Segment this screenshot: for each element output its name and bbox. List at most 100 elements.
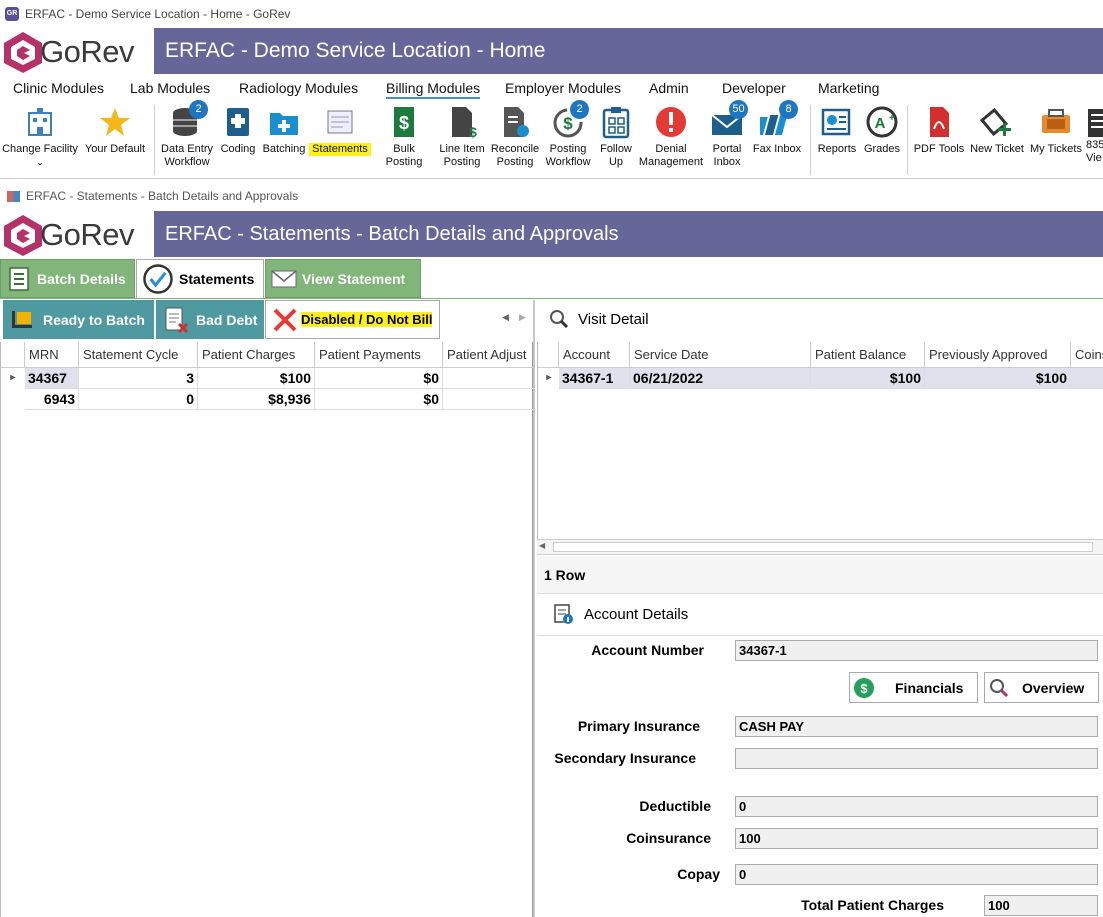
menu-admin[interactable]: Admin: [649, 80, 689, 96]
folder-plus-icon: [267, 105, 301, 139]
total-patient-charges-field[interactable]: 100: [984, 895, 1098, 916]
cell-patient-payments[interactable]: $0: [315, 368, 443, 389]
clipboard-icon: [599, 105, 633, 139]
col-header-account[interactable]: Account: [559, 342, 630, 368]
visit-detail-header: Visit Detail: [548, 308, 649, 330]
scrollbar-thumb[interactable]: [553, 542, 1093, 552]
statements-button[interactable]: Statements: [309, 105, 371, 156]
menu-clinic-modules[interactable]: Clinic Modules: [13, 80, 104, 96]
horizontal-scrollbar[interactable]: ◀: [537, 540, 1103, 555]
col-header-mrn[interactable]: MRN: [25, 342, 79, 368]
col-header-coinsurance[interactable]: Coins: [1071, 342, 1103, 368]
data-entry-workflow-button[interactable]: 2 Data Entry Workflow: [158, 100, 216, 169]
cell-previously-approved[interactable]: $100: [925, 368, 1071, 389]
medical-book-icon: [221, 105, 255, 139]
menu-lab-modules[interactable]: Lab Modules: [130, 80, 210, 96]
grade-badge-icon: A +: [865, 105, 899, 139]
cell-statement-cycle[interactable]: 0: [79, 389, 198, 410]
reconcile-posting-button[interactable]: Reconcile Posting: [490, 105, 540, 169]
deductible-label: Deductible: [639, 798, 711, 814]
col-header-service-date[interactable]: Service Date: [630, 342, 811, 368]
subtab-ready-to-batch[interactable]: Ready to Batch: [3, 300, 154, 339]
cell-statement-cycle[interactable]: 3: [79, 368, 198, 389]
overview-button[interactable]: Overview: [984, 672, 1099, 703]
denial-management-button[interactable]: Denial Management: [638, 105, 704, 169]
coinsurance-field[interactable]: 100: [735, 828, 1098, 849]
document-x-icon: [165, 307, 189, 333]
cell-patient-charges[interactable]: $100: [198, 368, 315, 389]
visit-detail-grid: Account Service Date Patient Balance Pre…: [537, 342, 1103, 540]
cell-patient-payments[interactable]: $0: [315, 389, 443, 410]
grades-button[interactable]: A + Grades: [862, 105, 902, 156]
col-header-patient-adjust[interactable]: Patient Adjust: [443, 342, 534, 368]
menu-radiology-modules[interactable]: Radiology Modules: [239, 80, 358, 96]
menu-employer-modules[interactable]: Employer Modules: [505, 80, 621, 96]
835-viewer-button[interactable]: 835 Vie: [1086, 105, 1103, 165]
subtab-disabled-do-not-bill[interactable]: Disabled / Do Not Bill: [265, 300, 440, 339]
cell-patient-balance[interactable]: $100: [811, 368, 925, 389]
pdf-tools-button[interactable]: PDF Tools: [912, 105, 966, 156]
menu-billing-modules[interactable]: Billing Modules: [386, 80, 481, 99]
pdf-icon: [922, 105, 956, 139]
svg-text:$: $: [563, 114, 573, 133]
menu-marketing[interactable]: Marketing: [818, 80, 879, 96]
tab-underline: [0, 298, 1103, 299]
tab-batch-details[interactable]: Batch Details: [0, 259, 135, 298]
cell-patient-charges[interactable]: $8,936: [198, 389, 315, 410]
new-ticket-button[interactable]: New Ticket: [968, 105, 1026, 156]
portal-inbox-button[interactable]: 50 Portal Inbox: [707, 100, 748, 169]
change-facility-button[interactable]: Change Facility ⌄: [2, 105, 78, 169]
svg-text:A: A: [875, 115, 886, 132]
cell-mrn[interactable]: 34367: [25, 368, 79, 389]
database-icon: 2: [170, 100, 208, 139]
menu-developer[interactable]: Developer: [722, 80, 786, 96]
alert-icon: [654, 105, 688, 139]
follow-up-button[interactable]: Follow Up: [597, 105, 635, 169]
cell-service-date[interactable]: 06/21/2022: [630, 368, 811, 389]
account-number-field[interactable]: 34367-1: [735, 640, 1098, 661]
line-item-posting-button[interactable]: $ Line Item Posting: [437, 105, 487, 169]
col-header-patient-charges[interactable]: Patient Charges: [198, 342, 315, 368]
cell-mrn[interactable]: 6943: [25, 389, 79, 410]
batching-button[interactable]: Batching: [260, 105, 308, 156]
deductible-field[interactable]: 0: [735, 796, 1098, 817]
cell-patient-adjust[interactable]: [443, 389, 534, 410]
col-header-patient-balance[interactable]: Patient Balance: [811, 342, 925, 368]
coding-button[interactable]: Coding: [219, 105, 257, 156]
portal-inbox-badge: 50: [729, 100, 748, 119]
coinsurance-label: Coinsurance: [626, 830, 711, 846]
financials-button[interactable]: $ Financials: [849, 672, 978, 703]
scroll-left-arrow[interactable]: ◀: [539, 541, 545, 550]
copay-field[interactable]: 0: [735, 864, 1098, 885]
my-tickets-button[interactable]: My Tickets: [1028, 105, 1084, 156]
your-default-button[interactable]: Your Default: [83, 105, 147, 156]
scroll-left-arrow[interactable]: ◀: [502, 312, 509, 323]
col-header-previously-approved[interactable]: Previously Approved: [925, 342, 1071, 368]
gorev-logo: GoRev: [0, 28, 154, 74]
dollar-cycle-icon: $ 2: [551, 100, 589, 139]
menu-bar: Clinic Modules Lab Modules Radiology Mod…: [0, 76, 1103, 100]
cell-coinsurance[interactable]: [1071, 368, 1103, 389]
grid-corner: [538, 342, 559, 368]
posting-workflow-button[interactable]: $ 2 Posting Workflow: [543, 100, 593, 169]
panel-splitter[interactable]: [533, 300, 535, 917]
document-dollar-icon: $: [445, 105, 479, 140]
subtab-bad-debt[interactable]: Bad Debt: [156, 300, 264, 339]
cell-account[interactable]: 34367-1: [559, 368, 630, 389]
subwindow-title-bar: ERFAC - Statements - Batch Details and A…: [0, 186, 298, 206]
primary-insurance-field[interactable]: CASH PAY: [735, 716, 1098, 737]
col-header-statement-cycle[interactable]: Statement Cycle: [79, 342, 198, 368]
col-header-patient-payments[interactable]: Patient Payments: [315, 342, 443, 368]
chevron-down-icon: ⌄: [36, 157, 44, 167]
reports-button[interactable]: Reports: [815, 105, 859, 156]
fax-inbox-button[interactable]: 8 Fax Inbox: [750, 100, 804, 156]
scroll-right-arrow[interactable]: ▶: [519, 312, 526, 323]
secondary-insurance-field[interactable]: [735, 748, 1098, 769]
row-indicator-icon: ►: [544, 372, 554, 382]
cell-patient-adjust[interactable]: [443, 368, 534, 389]
bulk-posting-button[interactable]: $ Bulk Posting: [374, 105, 434, 169]
window-icon: [7, 190, 20, 202]
ribbon-separator: [907, 105, 908, 175]
tab-statements[interactable]: Statements: [136, 259, 264, 298]
tab-view-statement[interactable]: View Statement: [265, 259, 421, 298]
